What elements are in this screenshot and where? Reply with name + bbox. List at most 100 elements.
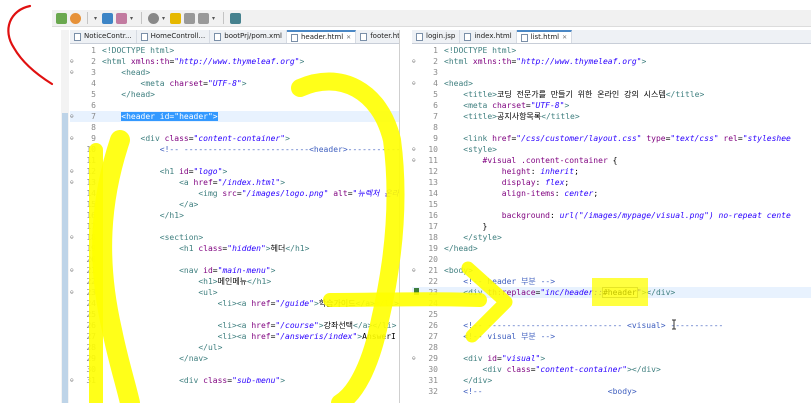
code-line[interactable]: 28: [412, 342, 811, 353]
close-tab-icon[interactable]: ✕: [346, 32, 351, 43]
code-token: ;: [564, 178, 570, 187]
right-tab[interactable]: index.html: [460, 30, 517, 43]
left-tab[interactable]: bootPrj/pom.xml: [210, 30, 287, 43]
code-line[interactable]: 8: [412, 122, 811, 133]
code-token: "logo": [193, 167, 223, 176]
code-line[interactable]: 25: [70, 309, 399, 320]
dropdown-icon[interactable]: ▾: [130, 13, 135, 24]
code-line[interactable]: 20: [70, 254, 399, 265]
code-line[interactable]: 15 </a>: [70, 199, 399, 210]
code-token: "main-menu": [217, 266, 271, 275]
back-icon[interactable]: [184, 12, 195, 24]
code-line[interactable]: ⊖ 21 <body>: [412, 265, 811, 276]
new-file-icon[interactable]: [56, 12, 67, 24]
left-code-area[interactable]: 1 <!DOCTYPE html> ⊖ 2 <html xmlns:th="http:/…: [70, 44, 399, 403]
code-line[interactable]: ⊖ 3 <head>: [70, 67, 399, 78]
code-line[interactable]: 12 height: inherit;: [412, 166, 811, 177]
left-tab[interactable]: NoticeContr...: [70, 30, 137, 43]
code-line[interactable]: 27 <li><a href="/answeris/index">AnswerI: [70, 331, 399, 342]
dropdown-icon[interactable]: ▾: [94, 13, 99, 24]
dropdown-icon[interactable]: ▾: [162, 13, 167, 24]
code-line[interactable]: 31 </div>: [412, 375, 811, 386]
code-line[interactable]: ⊖ 7 <header id="header">: [70, 111, 399, 122]
code-line[interactable]: 24: [412, 298, 811, 309]
code-line[interactable]: ⊖ 9 <div class="content-container">: [70, 133, 399, 144]
code-line[interactable]: 15: [412, 199, 811, 210]
code-line[interactable]: 13 display: flex;: [412, 177, 811, 188]
right-tab[interactable]: list.html ✕: [516, 30, 573, 43]
code-line[interactable]: 22 <h1>메인메뉴</h1>: [70, 276, 399, 287]
code-line[interactable]: ⊖ 10 <style>: [412, 144, 811, 155]
code-line[interactable]: ⊖ 21 <nav id="main-menu">: [70, 265, 399, 276]
code-line[interactable]: ⊖ 4 <head>: [412, 78, 811, 89]
code-line[interactable]: ⊖ 23 <ul>: [70, 287, 399, 298]
search-icon[interactable]: [148, 12, 159, 24]
code-line[interactable]: 14 align-items: center;: [412, 188, 811, 199]
code-line[interactable]: ⊖ 13 <a href="/index.html">: [70, 177, 399, 188]
code-line[interactable]: 19 </head>: [412, 243, 811, 254]
code-line[interactable]: 4 <meta charset="UTF-8">: [70, 78, 399, 89]
left-tab[interactable]: footer.html: [356, 30, 399, 43]
code-line[interactable]: 22 <!-- header 부분 -->: [412, 276, 811, 287]
code-line[interactable]: 26 <li><a href="/course">강좌선택</a></li>: [70, 320, 399, 331]
code-line[interactable]: 16 </h1>: [70, 210, 399, 221]
code-line[interactable]: 14 <img src="/images/logo.png" alt="뉴렉처 …: [70, 188, 399, 199]
code-line[interactable]: 10 <!-- --------------------------<heade…: [70, 144, 399, 155]
code-line[interactable]: 19 <h1 class="hidden">헤더</h1>: [70, 243, 399, 254]
code-line[interactable]: ⊖ 18 <section>: [70, 232, 399, 243]
code-line[interactable]: 17 }: [412, 221, 811, 232]
code-line[interactable]: 7 <title>공지사항목록</title>: [412, 111, 811, 122]
code-line[interactable]: 25: [412, 309, 811, 320]
code-line[interactable]: 9 <link href="/css/customer/layout.css" …: [412, 133, 811, 144]
tool-icon[interactable]: [102, 12, 113, 24]
code-line[interactable]: 30 <div class="content-container"></div>: [412, 364, 811, 375]
code-line[interactable]: 30: [70, 364, 399, 375]
file-icon: [290, 33, 298, 42]
code-line[interactable]: 28 </ul>: [70, 342, 399, 353]
code-line[interactable]: 27 <!-- visual 부분 -->: [412, 331, 811, 342]
external-icon[interactable]: [230, 12, 241, 24]
line-number: 1: [91, 46, 96, 55]
code-token: <meta: [140, 79, 170, 88]
code-line[interactable]: 23 <div th:replace="inc/header::#header"…: [412, 287, 811, 298]
code-line[interactable]: 6 <meta charset="UTF-8">: [412, 100, 811, 111]
code-line[interactable]: 18 </style>: [412, 232, 811, 243]
code-line[interactable]: 17: [70, 221, 399, 232]
code-line[interactable]: 20: [412, 254, 811, 265]
code-line[interactable]: ⊖ 31 <div class="sub-menu">: [70, 375, 399, 386]
right-editor-pane[interactable]: login.jsp index.html list.html ✕ 1 <!DOCTYPE…: [412, 30, 811, 403]
left-tab[interactable]: header.html ✕: [286, 30, 357, 43]
code-line[interactable]: 16 background: url("/images/mypage/visua…: [412, 210, 811, 221]
code-line[interactable]: 5 </head>: [70, 89, 399, 100]
code-token: <!-- header 부분 -->: [463, 277, 556, 286]
code-line[interactable]: ⊖ 11 #visual .content-container {: [412, 155, 811, 166]
code-line[interactable]: ⊖ 2 <html xmlns:th="http://www.thymeleaf.o…: [412, 56, 811, 67]
forward-icon[interactable]: [198, 12, 209, 24]
close-tab-icon[interactable]: ✕: [562, 32, 567, 43]
code-line[interactable]: 6: [70, 100, 399, 111]
code-line[interactable]: 11: [70, 155, 399, 166]
code-line[interactable]: 3: [412, 67, 811, 78]
code-line[interactable]: ⊖ 2 <html xmlns:th="http://www.thymeleaf.o…: [70, 56, 399, 67]
code-line[interactable]: 29 </nav>: [70, 353, 399, 364]
code-line[interactable]: 1 <!DOCTYPE html>: [412, 45, 811, 56]
code-token: >: [222, 167, 228, 176]
dropdown-icon[interactable]: ▾: [212, 13, 217, 24]
settings-gear-icon[interactable]: [70, 12, 81, 24]
code-line[interactable]: ⊖ 29 <div id="visual">: [412, 353, 811, 364]
nav-icon[interactable]: [170, 12, 181, 24]
right-tab[interactable]: login.jsp: [412, 30, 461, 43]
left-tab[interactable]: HomeControll...: [137, 30, 211, 43]
code-line[interactable]: ⊖ 12 <h1 id="logo">: [70, 166, 399, 177]
code-line[interactable]: 1 <!DOCTYPE html>: [70, 45, 399, 56]
code-line[interactable]: 8: [70, 122, 399, 133]
code-line[interactable]: 24 <li><a href="/guide">학습가이드</a></li>: [70, 298, 399, 309]
right-code-area[interactable]: 1 <!DOCTYPE html> ⊖ 2 <html xmlns:th="http:/…: [412, 44, 811, 403]
code-line[interactable]: 26 <!-- ---------------------------- <vi…: [412, 320, 811, 331]
code-line[interactable]: 32 <!-- <body>: [412, 386, 811, 397]
run-icon[interactable]: [116, 12, 127, 24]
code-line[interactable]: 5 <title>코딩 전문가를 만들기 위한 온라인 강의 시스템</titl…: [412, 89, 811, 100]
left-editor-pane[interactable]: NoticeContr... HomeControll... bootPrj/pom…: [70, 30, 400, 403]
